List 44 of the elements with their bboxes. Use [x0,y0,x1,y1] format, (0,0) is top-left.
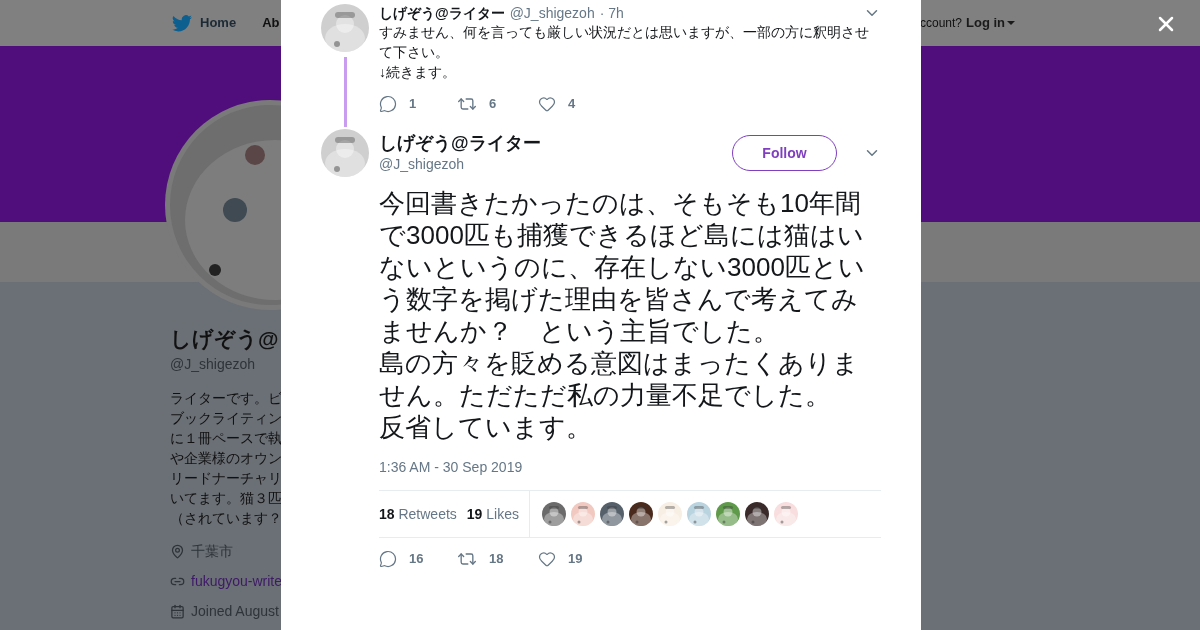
account-prompt: ccount? [919,15,962,32]
login-link[interactable]: Log in [966,13,1015,33]
author-handle: @J_shigezoh [509,5,595,21]
tweet-text: すみません、何を言っても厳しい状況だとは思いますが、一部の方に釈明させて下さい。 [379,23,870,62]
bio-line: や企業様のオウン [170,450,282,468]
author-name: しげぞう@ライター [379,5,505,21]
like-stat[interactable]: 19 Likes [466,503,519,525]
bio-line: ブックライティン [170,410,282,428]
tweet-text: 島の方々を貶める意図はまったくありません。ただただ私の力量不足でした。 [379,347,860,411]
profile-handle: @J_shigezoh [170,355,256,374]
tweet-timestamp: 1:36 AM - 30 Sep 2019 [379,458,524,477]
profile-location: 千葉市 [191,542,233,561]
profile-link[interactable]: fukugyou-write [191,571,283,592]
tweet-time: · 7h [599,5,624,21]
like-count: 19 [568,550,583,569]
author-name: しげぞう@ライター [379,131,541,154]
tweet-text: ↓続きます。 [379,63,457,82]
nav-link[interactable]: Home [200,13,237,33]
like-icon[interactable] [538,550,556,568]
bio-line: ライターです。ビ [170,390,282,408]
tweet-text: 反省しています。 [379,411,593,443]
retweet-count: 18 [489,550,504,569]
retweet-count: 6 [489,95,497,114]
profile-joined: Joined August [191,602,279,621]
reply-count: 16 [409,550,424,569]
bio-line: に１冊ペースで執 [170,430,282,448]
bio-line: （されています？ [170,510,282,528]
tweet-text: 今回書きたかったのは、そもそも10年間で3000匹も捕獲できるほど島には猫はいないというのに、存在しない3000匹という数字を掲げた理由を皆さんで考えてみませんか？ という主旨でした。 [379,187,866,347]
bio-line: いてます。猫３匹 [170,490,282,508]
like-count: 4 [568,95,576,114]
location-icon [170,544,185,559]
nav-link[interactable]: Ab [262,13,280,33]
author-handle: @J_shigezoh [379,154,466,174]
caret-icon [1007,21,1015,25]
retweet-stat[interactable]: 18 Retweets [379,503,457,525]
reply-icon[interactable] [379,550,397,568]
bio-line: リードナーチャリ [170,470,282,488]
thread-line [343,57,347,127]
bird-logo-icon [172,14,192,32]
like-icon[interactable] [538,95,556,113]
calendar-icon [170,604,185,619]
profile-name: しげぞう@ [170,326,279,352]
reply-icon[interactable] [379,95,397,113]
reply-count: 1 [409,95,417,114]
